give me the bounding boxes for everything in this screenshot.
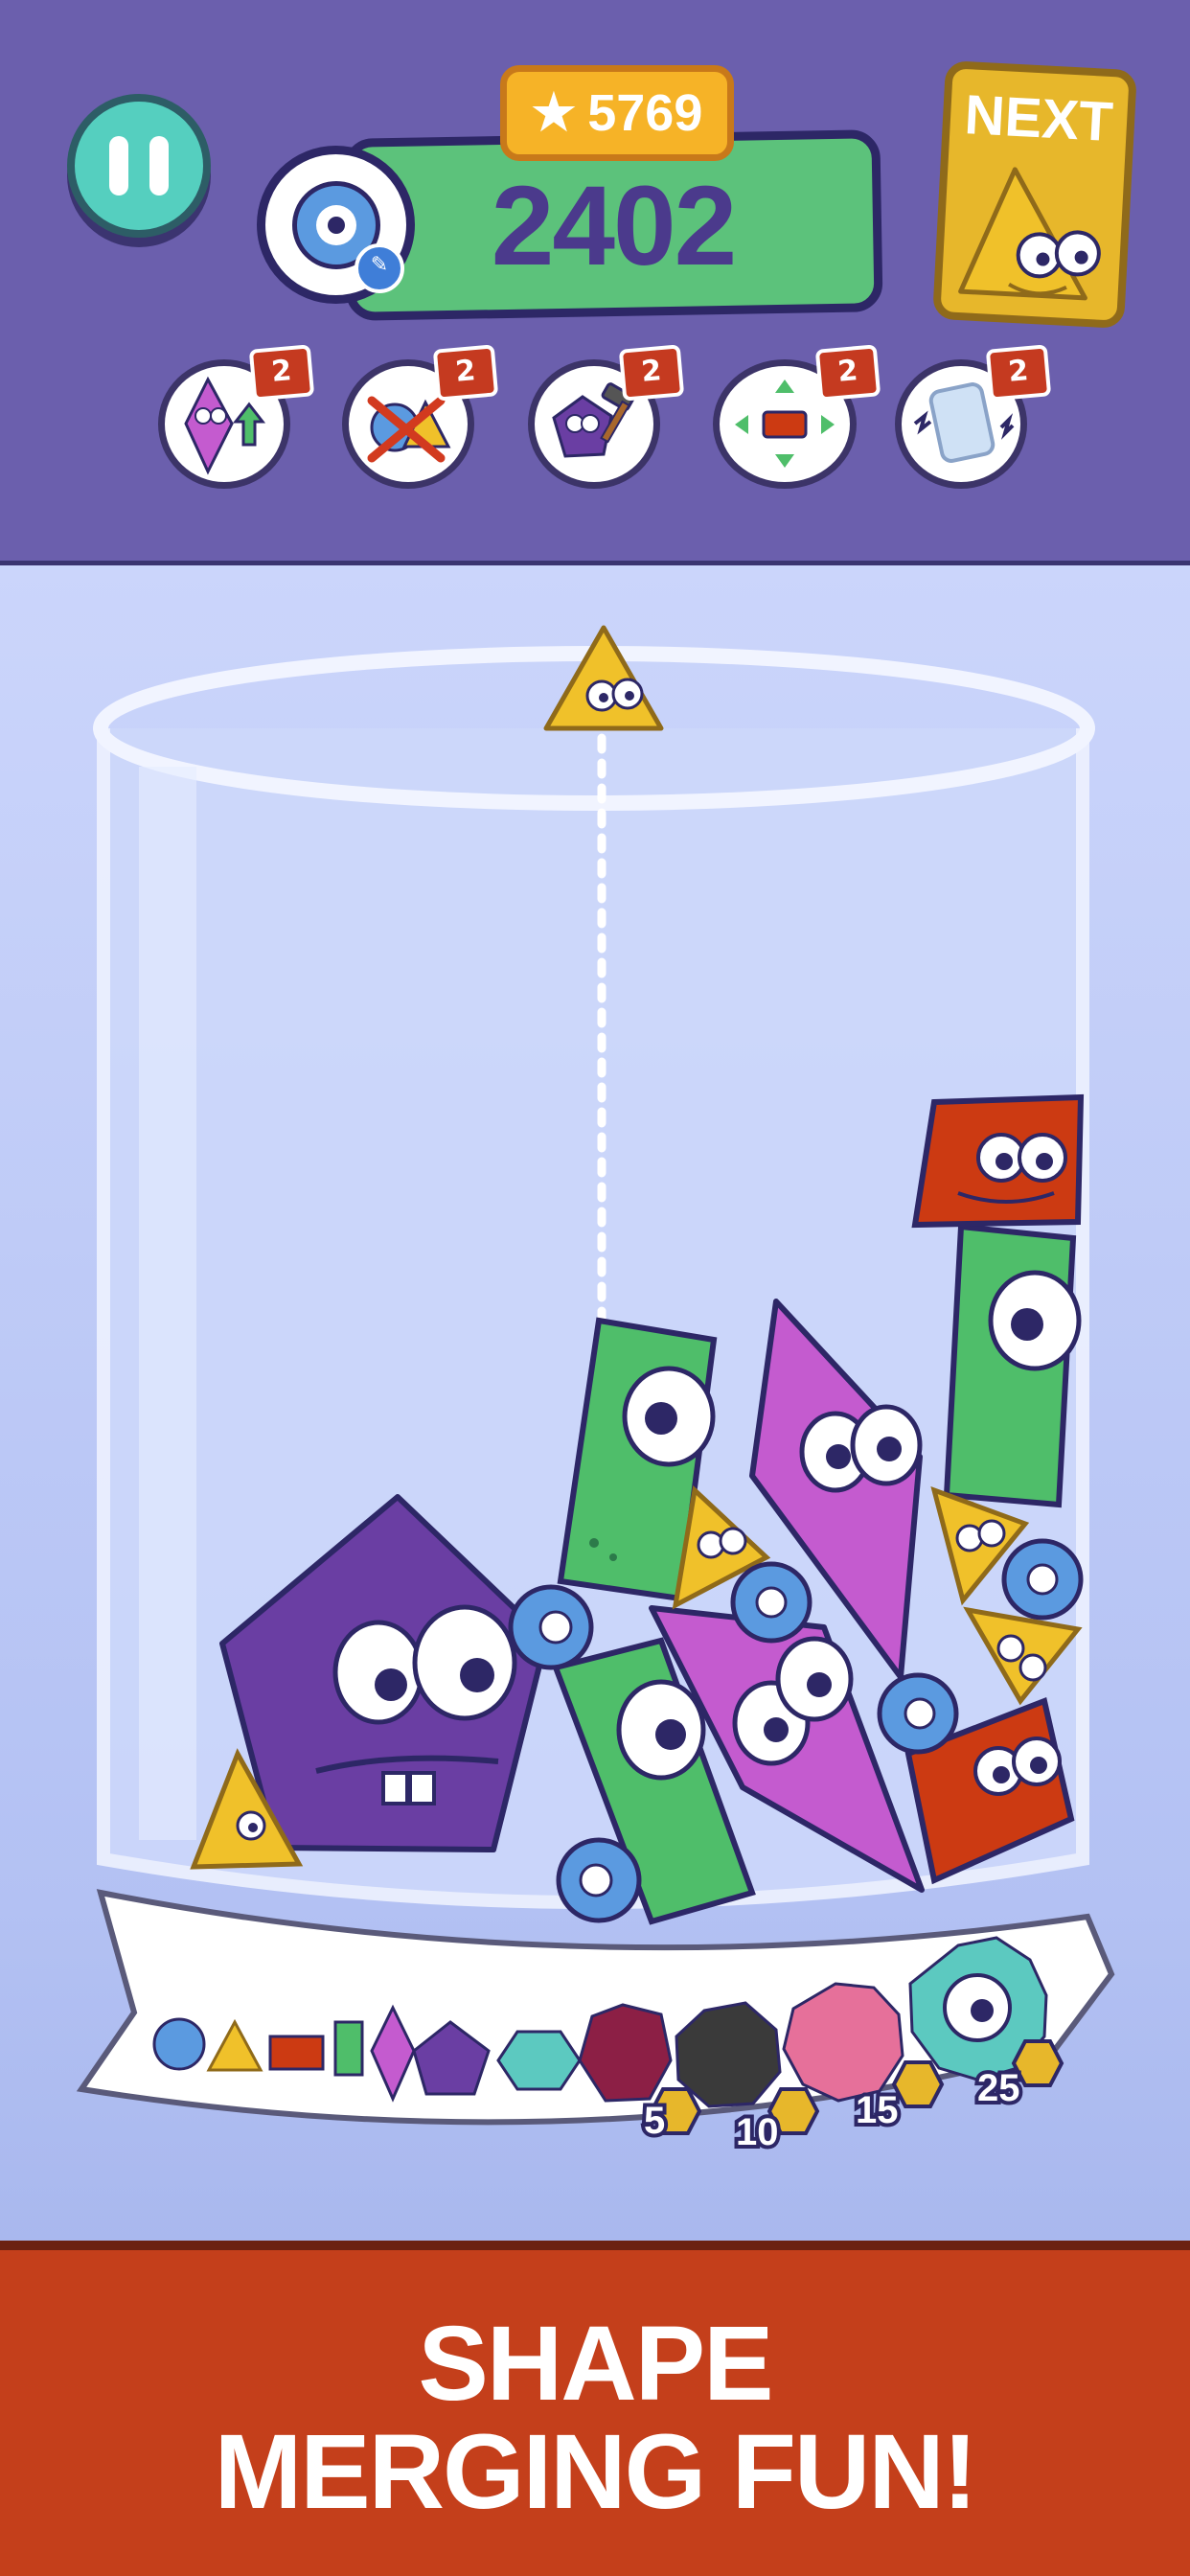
blue-circle xyxy=(508,1584,594,1670)
jar-scene: 5 10 15 25 xyxy=(76,625,1115,2157)
next-triangle-preview xyxy=(958,167,1101,301)
pause-icon xyxy=(109,136,128,196)
powerup-hammer[interactable]: 2 xyxy=(528,344,685,489)
bonus-value: 25 xyxy=(977,2067,1020,2109)
evolution-rectangle xyxy=(268,2035,325,2071)
coin-counter: ★ 5769 xyxy=(500,65,734,161)
evolution-tall-rectangle xyxy=(333,2020,364,2077)
player-avatar[interactable]: ✎ xyxy=(257,146,415,304)
next-shape-card: NEXT xyxy=(932,59,1137,330)
powerup-remove[interactable]: 2 xyxy=(342,344,499,489)
powerup-count: 2 xyxy=(432,344,499,402)
powerup-shake[interactable]: 2 xyxy=(713,344,881,489)
promo-line-2: MERGING FUN! xyxy=(214,2413,978,2531)
star-icon: ★ xyxy=(531,85,577,141)
blue-circle xyxy=(556,1837,642,1923)
red-rectangle xyxy=(911,1093,1085,1229)
powerup-count: 2 xyxy=(985,344,1052,402)
evolution-circle xyxy=(152,2017,206,2071)
powerup-count: 2 xyxy=(618,344,685,402)
bonus-value: 10 xyxy=(736,2111,779,2153)
pencil-icon[interactable]: ✎ xyxy=(355,243,404,293)
next-label: NEXT xyxy=(963,83,1115,154)
dropper-triangle[interactable] xyxy=(543,625,664,731)
blue-circle xyxy=(1001,1538,1084,1621)
blue-circle xyxy=(877,1672,959,1755)
promo-line-1: SHAPE xyxy=(418,2305,774,2423)
powerup-count: 2 xyxy=(248,344,315,402)
powerup-count: 2 xyxy=(814,344,881,402)
evolution-hexagon xyxy=(496,2030,582,2091)
evolution-ribbon xyxy=(76,1889,1115,2126)
blue-circle xyxy=(730,1561,812,1644)
bonus-value: 15 xyxy=(856,2089,899,2131)
top-hud: 2402 ✎ ★ 5769 NEXT 2 2 2 2 2 xyxy=(0,0,1190,565)
play-area[interactable]: 5 10 15 25 xyxy=(0,565,1190,2242)
promo-banner: SHAPE MERGING FUN! xyxy=(0,2241,1190,2576)
bonus-value: 5 xyxy=(644,2100,665,2142)
powerup-upgrade[interactable]: 2 xyxy=(158,344,315,489)
coin-value: 5769 xyxy=(587,84,703,142)
score-value: 2402 xyxy=(491,163,738,289)
powerup-glass-shake[interactable]: 2 xyxy=(895,344,1052,489)
green-rectangle xyxy=(943,1223,1082,1508)
pause-button[interactable] xyxy=(67,94,211,238)
